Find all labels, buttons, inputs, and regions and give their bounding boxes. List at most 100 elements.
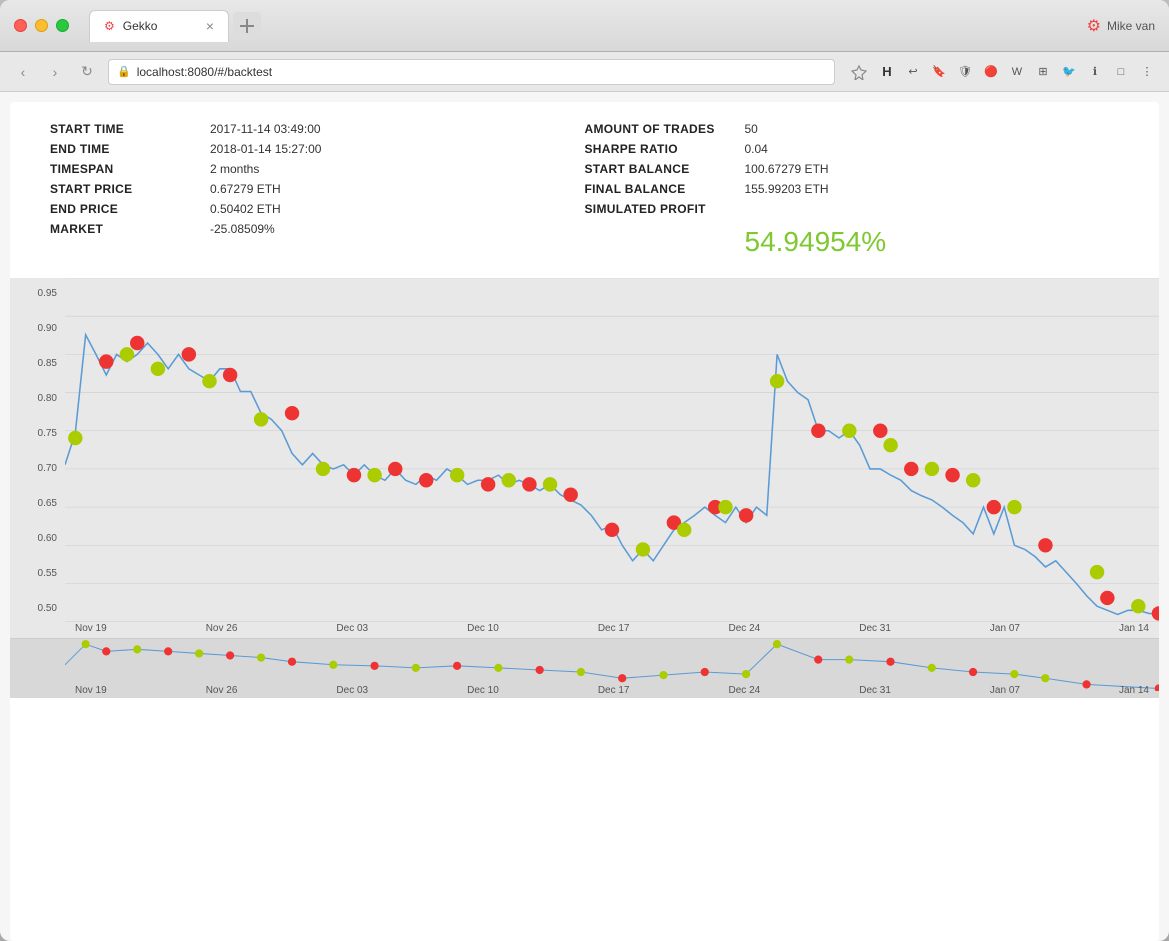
buy-dot — [842, 424, 856, 438]
sell-dot — [130, 336, 144, 350]
sell-dot — [1100, 591, 1114, 605]
simulated-profit-row: SIMULATED PROFIT — [585, 202, 1120, 216]
minimize-button[interactable] — [35, 19, 48, 32]
extension-icon-4[interactable]: 🛡 — [955, 62, 975, 82]
sell-dot — [481, 477, 495, 491]
buy-dot — [636, 542, 650, 556]
mini-chart[interactable]: Nov 19 Nov 26 Dec 03 Dec 10 Dec 17 Dec 2… — [10, 638, 1159, 698]
buy-dot — [1007, 500, 1021, 514]
address-bar: ‹ › ↻ 🔒 localhost:8080/#/backtest H ↩ 🔖 … — [0, 52, 1169, 92]
browser-window: ⚙ Gekko × ⚙ Mike van ‹ › ↻ 🔒 localhost:8… — [0, 0, 1169, 941]
sharpe-ratio-value: 0.04 — [745, 142, 768, 156]
bookmark-icon[interactable] — [851, 64, 867, 80]
sell-dot — [739, 508, 753, 522]
extension-icon-6[interactable]: W — [1007, 62, 1027, 82]
buy-dot — [68, 431, 82, 445]
buy-dot — [502, 473, 516, 487]
x-label-5: Dec 24 — [729, 623, 761, 634]
buy-dot — [1090, 565, 1104, 579]
menu-icon[interactable]: ⋮ — [1137, 62, 1157, 82]
x-axis-mini: Nov 19 Nov 26 Dec 03 Dec 10 Dec 17 Dec 2… — [65, 685, 1159, 696]
stats-panel: START TIME 2017-11-14 03:49:00 END TIME … — [10, 102, 1159, 278]
amount-of-trades-value: 50 — [745, 122, 758, 136]
start-balance-row: START BALANCE 100.67279 ETH — [585, 162, 1120, 176]
user-name: Mike van — [1107, 19, 1155, 33]
sell-dot — [605, 523, 619, 537]
sell-dot — [811, 424, 825, 438]
extension-icon-3[interactable]: 🔖 — [929, 62, 949, 82]
new-tab-button[interactable] — [233, 12, 261, 40]
buy-dot — [925, 462, 939, 476]
mini-x-label-5: Dec 24 — [729, 685, 761, 696]
close-button[interactable] — [14, 19, 27, 32]
buy-dot — [202, 374, 216, 388]
address-input[interactable]: 🔒 localhost:8080/#/backtest — [108, 59, 835, 85]
simulated-profit-value: 54.94954% — [745, 226, 1120, 258]
end-price-label: END PRICE — [50, 202, 210, 216]
extension-icon-9[interactable]: ℹ — [1085, 62, 1105, 82]
y-label-9: 0.50 — [18, 603, 57, 614]
final-balance-label: FINAL BALANCE — [585, 182, 745, 196]
mini-x-label-3: Dec 10 — [467, 685, 499, 696]
extension-icon-7[interactable]: ⊞ — [1033, 62, 1053, 82]
y-label-4: 0.75 — [18, 428, 57, 439]
market-label: MARKET — [50, 222, 210, 236]
extension-icon-8[interactable]: 🐦 — [1059, 62, 1079, 82]
tab-bar: ⚙ Gekko × — [89, 0, 261, 51]
x-label-8: Jan 14 — [1119, 623, 1149, 634]
refresh-button[interactable]: ↻ — [76, 61, 98, 83]
buy-dot — [1131, 599, 1145, 613]
active-tab[interactable]: ⚙ Gekko × — [89, 10, 229, 42]
start-balance-label: START BALANCE — [585, 162, 745, 176]
sell-dot — [419, 473, 433, 487]
mini-x-label-1: Nov 26 — [206, 685, 238, 696]
x-label-4: Dec 17 — [598, 623, 630, 634]
timespan-value: 2 months — [210, 162, 259, 176]
x-label-7: Jan 07 — [990, 623, 1020, 634]
sell-dot — [945, 468, 959, 482]
forward-button[interactable]: › — [44, 61, 66, 83]
extension-h-icon[interactable]: H — [877, 62, 897, 82]
start-price-label: START PRICE — [50, 182, 210, 196]
sell-dot — [347, 468, 361, 482]
sell-dot — [223, 368, 237, 382]
buy-dot — [120, 347, 134, 361]
y-label-7: 0.60 — [18, 533, 57, 544]
start-time-row: START TIME 2017-11-14 03:49:00 — [50, 122, 585, 136]
end-price-value: 0.50402 ETH — [210, 202, 281, 216]
back-button[interactable]: ‹ — [12, 61, 34, 83]
start-price-value: 0.67279 ETH — [210, 182, 281, 196]
y-label-5: 0.70 — [18, 463, 57, 474]
sell-dot — [285, 406, 299, 420]
sell-dot — [99, 354, 113, 368]
sell-dot — [563, 488, 577, 502]
extension-icon-5[interactable]: 🔴 — [981, 62, 1001, 82]
y-label-6: 0.65 — [18, 498, 57, 509]
mini-price-line — [65, 644, 1159, 688]
mini-x-label-2: Dec 03 — [336, 685, 368, 696]
maximize-button[interactable] — [56, 19, 69, 32]
tab-close-icon[interactable]: × — [206, 19, 214, 33]
end-time-value: 2018-01-14 15:27:00 — [210, 142, 321, 156]
traffic-lights — [14, 19, 69, 32]
tab-title: Gekko — [123, 19, 158, 33]
x-label-2: Dec 03 — [336, 623, 368, 634]
mini-x-label-6: Dec 31 — [859, 685, 891, 696]
y-axis: 0.95 0.90 0.85 0.80 0.75 0.70 0.65 0.60 … — [10, 278, 65, 638]
buy-dot — [367, 468, 381, 482]
extension-icon-10[interactable]: □ — [1111, 62, 1131, 82]
timespan-label: TIMESPAN — [50, 162, 210, 176]
stats-left: START TIME 2017-11-14 03:49:00 END TIME … — [50, 122, 585, 258]
y-label-2: 0.85 — [18, 358, 57, 369]
sharpe-ratio-row: SHARPE RATIO 0.04 — [585, 142, 1120, 156]
sell-dot — [873, 424, 887, 438]
amount-of-trades-label: AMOUNT OF TRADES — [585, 122, 745, 136]
main-chart: 0.95 0.90 0.85 0.80 0.75 0.70 0.65 0.60 … — [10, 278, 1159, 638]
amount-of-trades-row: AMOUNT OF TRADES 50 — [585, 122, 1120, 136]
mini-chart-svg — [65, 639, 1159, 691]
extension-icon-2[interactable]: ↩ — [903, 62, 923, 82]
mini-x-label-4: Dec 17 — [598, 685, 630, 696]
sell-dot — [987, 500, 1001, 514]
buy-dot — [770, 374, 784, 388]
sharpe-ratio-label: SHARPE RATIO — [585, 142, 745, 156]
